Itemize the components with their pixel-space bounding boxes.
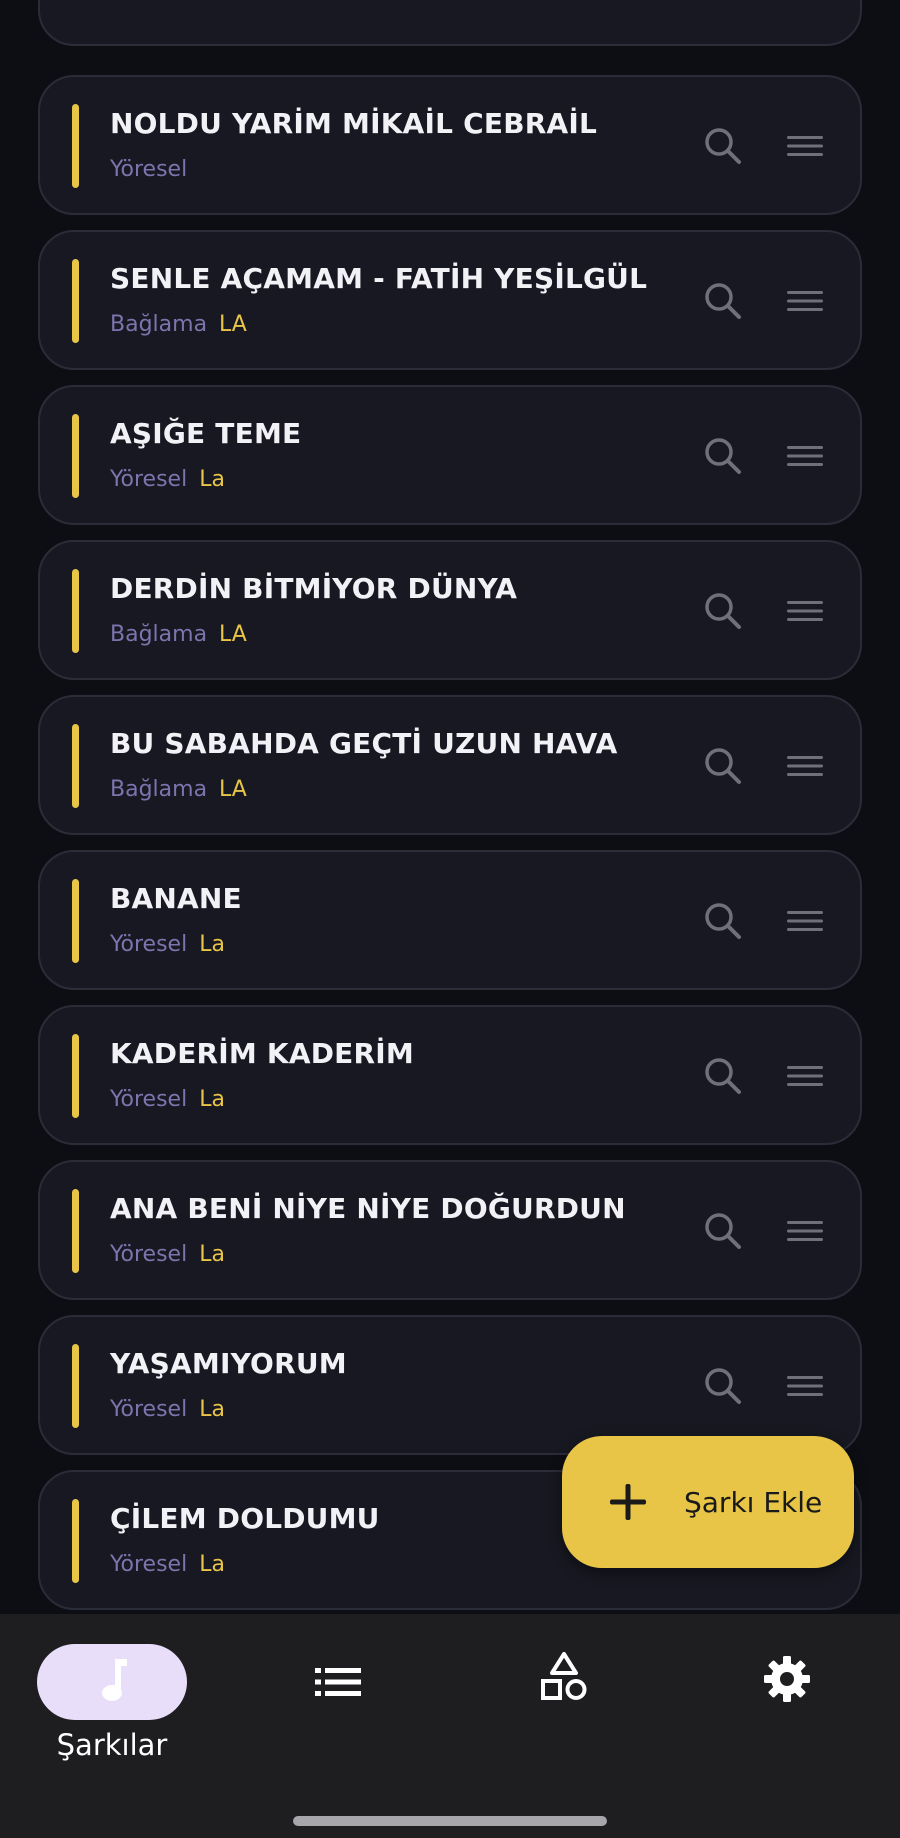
song-title: NOLDU YARİM MİKAİL CEBRAİL	[110, 107, 598, 140]
add-song-button[interactable]: Şarkı Ekle	[562, 1436, 854, 1568]
song-title: AŞIĞE TEME	[110, 417, 302, 450]
search-icon[interactable]	[698, 586, 748, 636]
song-card[interactable]: AŞIĞE TEME Yöresel La	[38, 385, 862, 525]
drag-handle-icon[interactable]	[782, 1053, 828, 1099]
search-icon[interactable]	[698, 1206, 748, 1256]
song-card[interactable]: BANANE Yöresel La	[38, 850, 862, 990]
shapes-icon[interactable]	[536, 1648, 592, 1706]
song-title: DERDİN BİTMİYOR DÜNYA	[110, 572, 518, 605]
song-meta: Yöresel	[110, 157, 199, 182]
accent-bar	[72, 1189, 79, 1273]
song-card[interactable]: KADERİM KADERİM Yöresel La	[38, 1005, 862, 1145]
accent-bar	[72, 724, 79, 808]
song-card[interactable]: BU SABAHDA GEÇTİ UZUN HAVA Bağlama LA	[38, 695, 862, 835]
song-genre: Bağlama	[110, 312, 208, 337]
song-card[interactable]: NOLDU YARİM MİKAİL CEBRAİL Yöresel	[38, 75, 862, 215]
drag-handle-icon[interactable]	[782, 433, 828, 479]
song-meta: Bağlama LA	[110, 777, 247, 802]
search-icon[interactable]	[698, 1051, 748, 1101]
song-card[interactable]: DERDİN BİTMİYOR DÜNYA Bağlama LA	[38, 540, 862, 680]
search-icon[interactable]	[698, 741, 748, 791]
song-card[interactable]: SENLE AÇAMAM - FATİH YEŞİLGÜL Bağlama LA	[38, 230, 862, 370]
song-genre: Yöresel	[110, 932, 188, 957]
gear-icon[interactable]	[760, 1652, 814, 1706]
song-title: KADERİM KADERİM	[110, 1037, 414, 1070]
song-meta: Yöresel La	[110, 1397, 225, 1422]
song-meta: Yöresel La	[110, 1087, 225, 1112]
search-icon[interactable]	[698, 1361, 748, 1411]
song-title: ÇİLEM DOLDUMU	[110, 1502, 380, 1535]
song-meta: Yöresel La	[110, 1552, 225, 1577]
nav-item-songs[interactable]: Şarkılar	[0, 1614, 224, 1774]
song-meta: Yöresel La	[110, 932, 225, 957]
song-key: La	[199, 1242, 225, 1267]
search-icon[interactable]	[698, 121, 748, 171]
song-key: LA	[219, 312, 247, 337]
drag-handle-icon[interactable]	[782, 898, 828, 944]
song-title: SENLE AÇAMAM - FATİH YEŞİLGÜL	[110, 262, 648, 295]
plus-icon	[606, 1480, 650, 1524]
song-key: La	[199, 1087, 225, 1112]
songs-screen: NOLDU YARİM MİKAİL CEBRAİL Yöresel SENLE…	[0, 0, 900, 1838]
song-key: LA	[219, 622, 247, 647]
song-title: ANA BENİ NİYE NİYE DOĞURDUN	[110, 1192, 626, 1225]
search-card[interactable]	[38, 0, 862, 46]
song-meta: Yöresel La	[110, 1242, 225, 1267]
song-meta: Bağlama LA	[110, 622, 247, 647]
search-icon[interactable]	[698, 896, 748, 946]
music-note-icon	[95, 1657, 129, 1707]
drag-handle-icon[interactable]	[782, 278, 828, 324]
accent-bar	[72, 569, 79, 653]
song-title: BU SABAHDA GEÇTİ UZUN HAVA	[110, 727, 618, 760]
accent-bar	[72, 259, 79, 343]
list-icon[interactable]	[308, 1658, 368, 1706]
song-genre: Yöresel	[110, 1087, 188, 1112]
song-genre: Yöresel	[110, 1397, 188, 1422]
song-title: YAŞAMIYORUM	[110, 1347, 347, 1380]
search-icon[interactable]	[698, 276, 748, 326]
song-genre: Yöresel	[110, 157, 188, 182]
song-key: La	[199, 1397, 225, 1422]
accent-bar	[72, 414, 79, 498]
accent-bar	[72, 1344, 79, 1428]
home-indicator	[293, 1816, 607, 1826]
song-key: LA	[219, 777, 247, 802]
accent-bar	[72, 1034, 79, 1118]
drag-handle-icon[interactable]	[782, 1363, 828, 1409]
drag-handle-icon[interactable]	[782, 588, 828, 634]
search-icon[interactable]	[698, 431, 748, 481]
song-card[interactable]: YAŞAMIYORUM Yöresel La	[38, 1315, 862, 1455]
song-meta: Bağlama LA	[110, 312, 247, 337]
add-song-label: Şarkı Ekle	[684, 1485, 823, 1519]
nav-pill-active	[37, 1644, 187, 1720]
accent-bar	[72, 104, 79, 188]
drag-handle-icon[interactable]	[782, 743, 828, 789]
song-genre: Yöresel	[110, 467, 188, 492]
song-card[interactable]: ANA BENİ NİYE NİYE DOĞURDUN Yöresel La	[38, 1160, 862, 1300]
accent-bar	[72, 1499, 79, 1583]
drag-handle-icon[interactable]	[782, 123, 828, 169]
drag-handle-icon[interactable]	[782, 1208, 828, 1254]
song-genre: Bağlama	[110, 622, 208, 647]
song-title: BANANE	[110, 882, 242, 915]
nav-label-songs: Şarkılar	[56, 1728, 168, 1762]
song-genre: Bağlama	[110, 777, 208, 802]
song-genre: Yöresel	[110, 1552, 188, 1577]
song-key: La	[199, 932, 225, 957]
song-meta: Yöresel La	[110, 467, 225, 492]
song-key: La	[199, 1552, 225, 1577]
accent-bar	[72, 879, 79, 963]
song-genre: Yöresel	[110, 1242, 188, 1267]
bottom-nav: Şarkılar	[0, 1614, 900, 1838]
song-key: La	[199, 467, 225, 492]
